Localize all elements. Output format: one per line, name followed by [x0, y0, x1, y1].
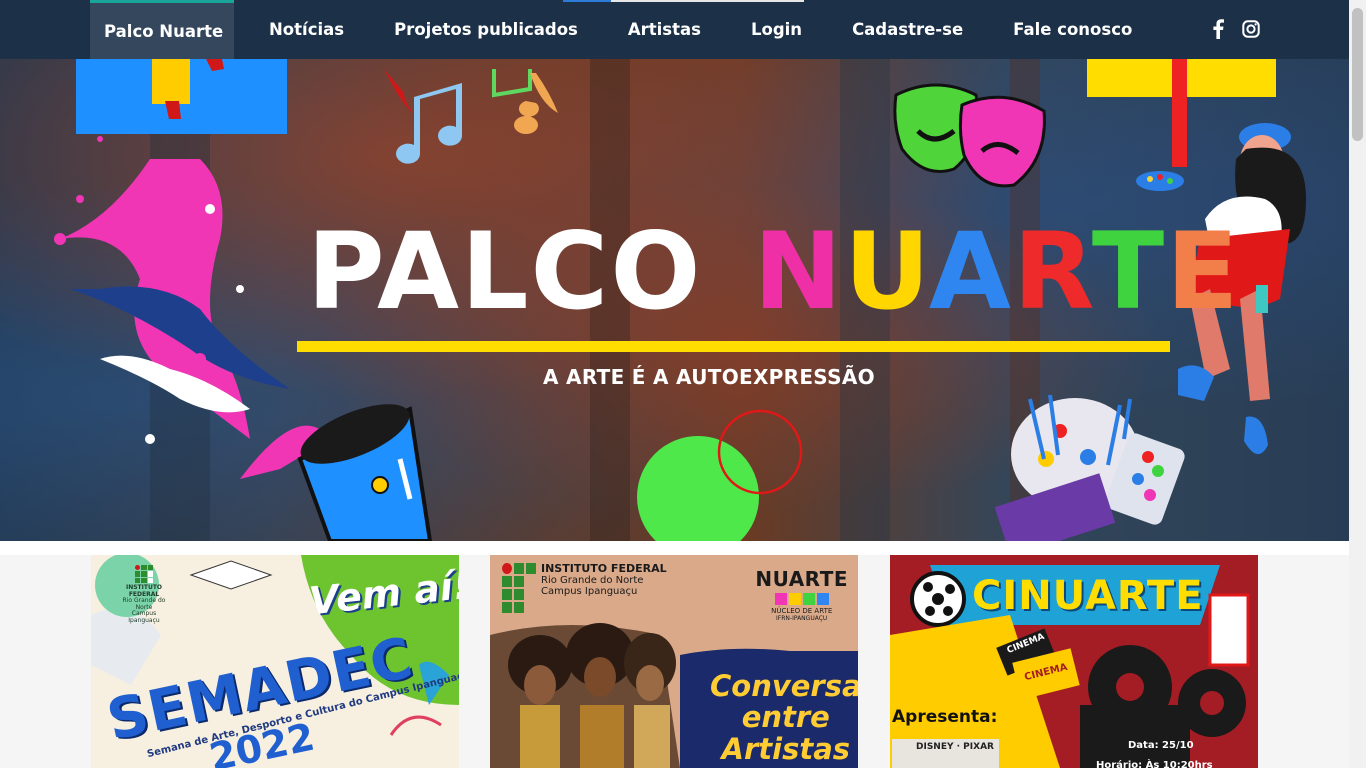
- card2-title: Conversa entre Artistas: [710, 669, 858, 766]
- nav-hover-indicator: [563, 0, 611, 2]
- news-card-cinuarte[interactable]: CINUARTE CINEMA CINEMA Apresenta: DISNEY…: [890, 555, 1258, 768]
- card2-title-line3: Artistas: [721, 731, 851, 766]
- card2-title-line1: Conversa: [710, 669, 858, 703]
- facebook-icon[interactable]: [1207, 18, 1229, 40]
- card2-header: INSTITUTO FEDERAL: [541, 562, 667, 575]
- paint-bucket-illustration: [297, 404, 433, 541]
- hero-title-letter: E: [1166, 210, 1241, 333]
- ifrn-text: INSTITUTO FEDERAL Rio Grande do Norte Ca…: [541, 562, 667, 598]
- ifrn-logo-block-2: INSTITUTO FEDERAL Rio Grande do Norte Ca…: [502, 562, 667, 613]
- news-card-conversa-artistas[interactable]: INSTITUTO FEDERAL Rio Grande do Norte Ca…: [490, 555, 858, 768]
- hero-title-palco: PALCO: [307, 210, 703, 333]
- hero-title: PALCO NUARTE: [307, 219, 1241, 325]
- nav-item-noticias[interactable]: Notícias: [269, 0, 344, 59]
- nuarte-logo-icon: [755, 593, 848, 605]
- ifrn-logo-block: INSTITUTO FEDERAL Rio Grande do Norte Ca…: [119, 565, 169, 625]
- theatre-masks-icon: [893, 83, 1046, 188]
- nav-hover-indicator-2: [611, 0, 804, 2]
- card2-sub2: Campus Ipanguaçu: [541, 586, 638, 598]
- nav-item-cadastre-se[interactable]: Cadastre-se: [852, 0, 963, 59]
- card1-sub2: Campus Ipanguaçu: [128, 610, 160, 624]
- hero-underline: [297, 341, 1170, 352]
- card2-title-line2: entre: [741, 700, 830, 735]
- ifrn-logo-icon: [135, 565, 153, 583]
- card2-sub1: Rio Grande do Norte: [541, 575, 644, 587]
- news-card-semadec[interactable]: INSTITUTO FEDERAL Rio Grande do Norte Ca…: [91, 555, 459, 768]
- nav-links: Palco Nuarte Notícias Projetos publicado…: [90, 0, 1132, 59]
- page-scrollbar[interactable]: [1349, 0, 1366, 768]
- nav-item-login[interactable]: Login: [751, 0, 802, 59]
- scrollbar-thumb[interactable]: [1352, 8, 1363, 141]
- ifrn-logo-icon: [502, 563, 536, 613]
- nav-item-fale-conosco[interactable]: Fale conosco: [1013, 0, 1132, 59]
- hero-title-letter: T: [1091, 210, 1167, 333]
- nuarte-logo-block: NUARTE NÚCLEO DE ARTE IFRN-IPANGUAÇU: [755, 567, 848, 622]
- card3-time: Horário: Às 10:20hrs: [1096, 760, 1213, 768]
- card3-date: Data: 25/10: [1128, 740, 1194, 751]
- card2-logo-sub1: NÚCLEO DE ARTE: [771, 607, 833, 615]
- hero-title-letter: U: [844, 210, 929, 333]
- card2-logo-sub2: IFRN-IPANGUAÇU: [776, 615, 828, 622]
- hero-title-letter: R: [1012, 210, 1092, 333]
- instagram-icon[interactable]: [1240, 18, 1262, 40]
- top-navbar: Palco Nuarte Notícias Projetos publicado…: [0, 0, 1349, 59]
- nav-item-artistas[interactable]: Artistas: [628, 0, 701, 59]
- hero-title-letter: A: [928, 210, 1013, 333]
- card3-studio: DISNEY · PIXAR: [892, 739, 999, 768]
- hero-title-letter: N: [753, 210, 845, 333]
- hero-title-nuarte: NUARTE: [753, 210, 1240, 333]
- card2-logo: NUARTE: [755, 567, 848, 591]
- hero-subtitle: A ARTE É A AUTOEXPRESSÃO: [543, 365, 875, 389]
- nav-item-projetos-publicados[interactable]: Projetos publicados: [394, 0, 578, 59]
- card3-title: CINUARTE: [972, 573, 1204, 619]
- card3-presents: Apresenta:: [892, 707, 998, 727]
- music-notes-icon: [384, 69, 558, 164]
- hero-banner: PALCO NUARTE A ARTE É A AUTOEXPRESSÃO: [0, 59, 1349, 541]
- nav-item-palco-nuarte[interactable]: Palco Nuarte: [90, 0, 234, 59]
- section-divider: [0, 541, 1349, 555]
